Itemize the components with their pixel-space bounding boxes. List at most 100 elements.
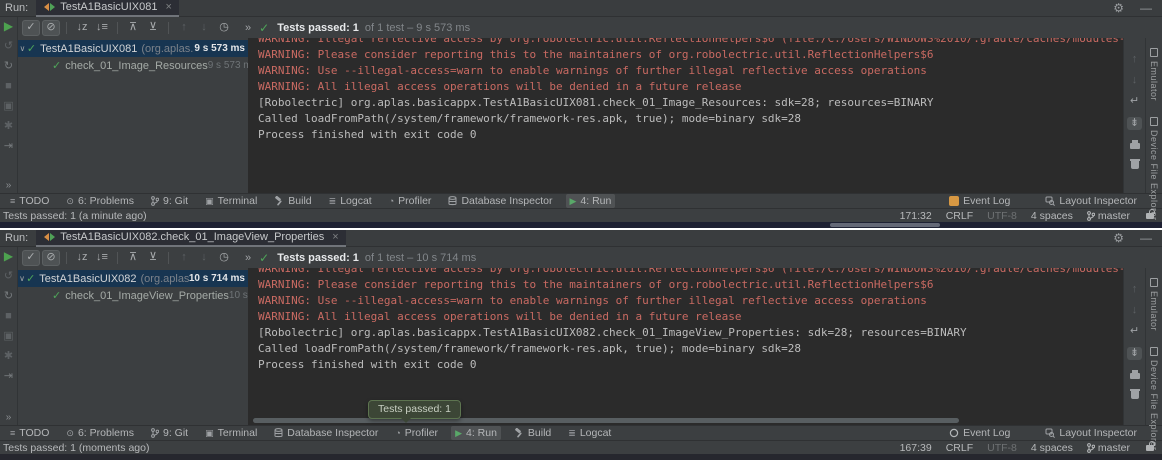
toolwindow-build[interactable]: Build bbox=[510, 426, 555, 440]
test-history-icon[interactable]: ◷ bbox=[215, 250, 233, 266]
show-passed-button[interactable]: ✓ bbox=[22, 20, 40, 36]
git-branch-widget[interactable]: master bbox=[1087, 210, 1130, 222]
toolwindow-build[interactable]: Build bbox=[270, 194, 315, 208]
close-icon[interactable]: × bbox=[332, 231, 338, 243]
more-chevron-icon[interactable]: » bbox=[6, 413, 12, 423]
record-icon[interactable]: ✱ bbox=[4, 351, 13, 362]
stop-icon[interactable]: ■ bbox=[5, 81, 12, 92]
soft-wrap-icon[interactable]: ↵ bbox=[1130, 326, 1139, 337]
toolwindow-logcat[interactable]: ≣ Logcat bbox=[564, 426, 615, 440]
toolwindow-todo[interactable]: ≡ TODO bbox=[6, 194, 53, 208]
toolwindow-profiler[interactable]: ◔ Profiler bbox=[385, 194, 436, 208]
line-ending[interactable]: CRLF bbox=[946, 210, 973, 222]
screenshot-icon[interactable]: ▣ bbox=[3, 101, 13, 112]
coverage-icon[interactable]: ↻ bbox=[4, 61, 13, 72]
toolwindow-problems[interactable]: ⊙ 6: Problems bbox=[62, 426, 138, 440]
scroll-up-icon[interactable]: ↑ bbox=[1132, 284, 1138, 295]
event-log-button[interactable]: Event Log bbox=[945, 426, 1014, 440]
event-log-button[interactable]: Event Log bbox=[945, 194, 1014, 208]
scrollbar-thumb[interactable] bbox=[830, 223, 940, 227]
screenshot-icon[interactable]: ▣ bbox=[3, 331, 13, 342]
show-passed-button[interactable]: ✓ bbox=[22, 250, 40, 266]
scroll-up-icon[interactable]: ↑ bbox=[1132, 54, 1138, 65]
git-branch-widget[interactable]: master bbox=[1087, 442, 1130, 454]
indent-setting[interactable]: 4 spaces bbox=[1031, 210, 1073, 222]
print-icon[interactable] bbox=[1130, 373, 1140, 379]
chevron-down-icon[interactable]: ∨ bbox=[18, 44, 27, 53]
close-icon[interactable]: × bbox=[165, 1, 171, 13]
toolwindow-logcat[interactable]: ≣ Logcat bbox=[325, 194, 376, 208]
caret-position[interactable]: 171:32 bbox=[900, 210, 932, 222]
file-encoding[interactable]: UTF-8 bbox=[987, 210, 1017, 222]
layout-inspector-button[interactable]: Layout Inspector bbox=[1041, 194, 1141, 208]
coverage-icon[interactable]: ↻ bbox=[4, 291, 13, 302]
toolwindow-emulator[interactable]: Emulator bbox=[1149, 278, 1159, 331]
file-encoding[interactable]: UTF-8 bbox=[987, 442, 1017, 454]
toolwindow-database-inspector[interactable]: Database Inspector bbox=[270, 426, 382, 440]
rerun-failed-icon[interactable]: ↺ bbox=[4, 271, 13, 282]
rerun-button[interactable]: ▶ bbox=[4, 20, 13, 32]
toolwindow-profiler[interactable]: ◔ Profiler bbox=[391, 426, 442, 440]
clear-all-icon[interactable] bbox=[1131, 391, 1139, 399]
scroll-down-icon[interactable]: ↓ bbox=[1132, 75, 1138, 86]
line-ending[interactable]: CRLF bbox=[946, 442, 973, 454]
toolwindow-terminal[interactable]: ▣ Terminal bbox=[201, 194, 261, 208]
stop-icon[interactable]: ■ bbox=[5, 311, 12, 322]
toolwindow-problems[interactable]: ⊙ 6: Problems bbox=[62, 194, 138, 208]
run-tab[interactable]: TestA1BasicUIX081 × bbox=[36, 0, 179, 17]
run-tab[interactable]: TestA1BasicUIX082.check_01_ImageView_Pro… bbox=[36, 230, 345, 247]
show-ignored-button[interactable]: ⊘ bbox=[42, 250, 60, 266]
print-icon[interactable] bbox=[1130, 143, 1140, 149]
sort-alphabetically-icon[interactable]: ↓z bbox=[73, 20, 91, 36]
test-tree-child-row[interactable]: ✓ check_01_ImageView_Properties 10 s 714… bbox=[18, 287, 248, 304]
rerun-failed-icon[interactable]: ↺ bbox=[4, 41, 13, 52]
hide-icon[interactable]: — bbox=[1140, 1, 1152, 15]
test-tree-root-row[interactable]: ∨ ✓ TestA1BasicUIX082 (org.aplas.basica … bbox=[18, 270, 248, 287]
scroll-to-end-icon[interactable]: ⇟ bbox=[1127, 347, 1142, 360]
next-failed-icon[interactable]: ↓ bbox=[195, 20, 213, 36]
toolwindow-run[interactable]: ▶ 4: Run bbox=[566, 194, 616, 208]
rerun-button[interactable]: ▶ bbox=[4, 250, 13, 262]
indent-setting[interactable]: 4 spaces bbox=[1031, 442, 1073, 454]
horizontal-scrollbar[interactable] bbox=[253, 418, 959, 423]
soft-wrap-icon[interactable]: ↵ bbox=[1130, 96, 1139, 107]
clear-all-icon[interactable] bbox=[1131, 161, 1139, 169]
toolwindow-run[interactable]: ▶ 4: Run bbox=[451, 426, 501, 440]
more-chevron-icon[interactable]: » bbox=[245, 22, 251, 34]
more-chevron-icon[interactable]: » bbox=[245, 252, 251, 264]
hide-icon[interactable]: — bbox=[1140, 231, 1152, 245]
test-history-icon[interactable]: ◷ bbox=[215, 20, 233, 36]
caret-position[interactable]: 167:39 bbox=[900, 442, 932, 454]
expand-all-icon[interactable]: ⊼ bbox=[124, 250, 142, 266]
sort-by-duration-icon[interactable]: ↓≡ bbox=[93, 20, 111, 36]
chevron-down-icon[interactable]: ∨ bbox=[18, 274, 26, 283]
test-tree-child-row[interactable]: ✓ check_01_Image_Resources 9 s 573 ms bbox=[18, 57, 248, 74]
expand-all-icon[interactable]: ⊼ bbox=[124, 20, 142, 36]
toolwindow-git[interactable]: 9: Git bbox=[147, 426, 192, 440]
more-chevron-icon[interactable]: » bbox=[6, 181, 12, 191]
toolwindow-todo[interactable]: ≡ TODO bbox=[6, 426, 53, 440]
import-results-icon[interactable]: ⇥ bbox=[4, 141, 13, 152]
toolwindow-git[interactable]: 9: Git bbox=[147, 194, 192, 208]
toolwindow-terminal[interactable]: ▣ Terminal bbox=[201, 426, 261, 440]
import-results-icon[interactable]: ⇥ bbox=[4, 371, 13, 382]
toolwindow-database-inspector[interactable]: Database Inspector bbox=[444, 194, 556, 208]
show-ignored-button[interactable]: ⊘ bbox=[42, 20, 60, 36]
previous-failed-icon[interactable]: ↑ bbox=[175, 250, 193, 266]
sort-alphabetically-icon[interactable]: ↓z bbox=[73, 250, 91, 266]
collapse-all-icon[interactable]: ⊻ bbox=[144, 20, 162, 36]
scroll-to-end-icon[interactable]: ⇟ bbox=[1127, 117, 1142, 130]
layout-inspector-button[interactable]: Layout Inspector bbox=[1041, 426, 1141, 440]
lock-icon[interactable] bbox=[1146, 213, 1154, 219]
test-tree-root-row[interactable]: ∨ ✓ TestA1BasicUIX081 (org.aplas.basica … bbox=[18, 40, 248, 57]
record-icon[interactable]: ✱ bbox=[4, 121, 13, 132]
next-failed-icon[interactable]: ↓ bbox=[195, 250, 213, 266]
lock-icon[interactable] bbox=[1146, 445, 1154, 451]
collapse-all-icon[interactable]: ⊻ bbox=[144, 250, 162, 266]
toolwindow-emulator[interactable]: Emulator bbox=[1149, 48, 1159, 101]
sort-by-duration-icon[interactable]: ↓≡ bbox=[93, 250, 111, 266]
gear-icon[interactable]: ⚙ bbox=[1113, 1, 1124, 15]
scroll-down-icon[interactable]: ↓ bbox=[1132, 305, 1138, 316]
gear-icon[interactable]: ⚙ bbox=[1113, 231, 1124, 245]
previous-failed-icon[interactable]: ↑ bbox=[175, 20, 193, 36]
